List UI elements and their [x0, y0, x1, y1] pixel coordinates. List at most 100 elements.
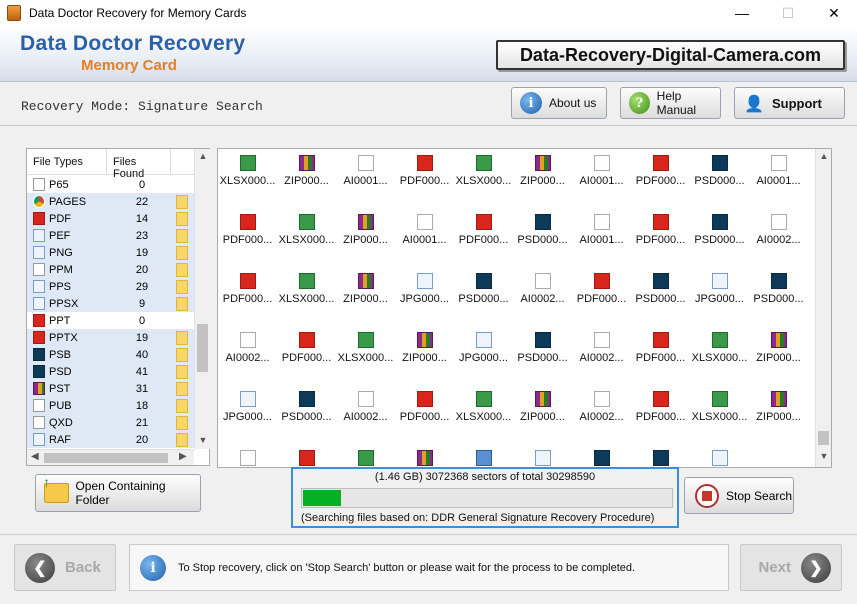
folder-icon[interactable] — [176, 229, 188, 243]
file-item[interactable]: AI0001... — [572, 149, 631, 192]
file-type-row[interactable]: PPS 29 — [27, 278, 194, 295]
file-item[interactable]: AI0001... — [749, 149, 808, 192]
file-types-hscrollbar[interactable]: ◀ ▶ — [27, 449, 194, 465]
file-item[interactable]: ZIP000... — [513, 369, 572, 428]
file-item[interactable]: AI0002... — [218, 428, 277, 467]
folder-icon[interactable] — [176, 399, 188, 413]
file-item[interactable]: XLSX000... — [218, 149, 277, 192]
file-item[interactable]: PSD000... — [631, 428, 690, 467]
file-type-row[interactable]: PPM 20 — [27, 261, 194, 278]
file-item[interactable]: AI0002... — [513, 251, 572, 310]
file-item[interactable]: ZIP000... — [395, 310, 454, 369]
scroll-right-icon[interactable]: ▶ — [179, 451, 187, 462]
file-item[interactable]: XLSX000... — [277, 251, 336, 310]
file-type-row[interactable]: PSD 41 — [27, 363, 194, 380]
file-item[interactable]: PSD000... — [690, 192, 749, 251]
file-item[interactable]: PDF000... — [395, 149, 454, 192]
file-item[interactable]: AI0001... — [336, 149, 395, 192]
file-types-list[interactable]: File Types Files Found P65 0 PAGES 22 PDF 14 P… — [26, 148, 210, 466]
scroll-down-icon[interactable]: ▼ — [195, 435, 211, 445]
file-item[interactable]: ZIP000... — [513, 149, 572, 192]
file-type-row[interactable]: PPT 0 — [27, 312, 194, 329]
file-type-row[interactable]: PPTX 19 — [27, 329, 194, 346]
file-item[interactable]: AI0001... — [395, 192, 454, 251]
folder-icon[interactable] — [176, 246, 188, 260]
file-item[interactable]: PDF000... — [631, 192, 690, 251]
help-manual-button[interactable]: ? Help Manual — [620, 87, 721, 119]
file-item[interactable]: PDF000... — [395, 369, 454, 428]
file-item[interactable]: MP4000... — [454, 428, 513, 467]
file-item[interactable]: XLSX000... — [690, 369, 749, 428]
files-grid-vscrollbar[interactable]: ▲ ▼ — [815, 149, 831, 467]
file-type-row[interactable]: PSB 40 — [27, 346, 194, 363]
file-item[interactable]: XLSX000... — [454, 369, 513, 428]
file-type-row[interactable]: PUB 18 — [27, 397, 194, 414]
folder-icon[interactable] — [176, 331, 188, 345]
file-item[interactable]: JPG000... — [454, 310, 513, 369]
support-button[interactable]: 👤 Support — [734, 87, 845, 119]
file-item[interactable]: ZIP000... — [336, 192, 395, 251]
file-item[interactable]: JPG000... — [690, 428, 749, 467]
file-types-vscrollbar[interactable]: ▲ ▼ — [194, 149, 210, 449]
file-item[interactable]: XLSX000... — [336, 428, 395, 467]
file-item[interactable]: PSD000... — [749, 251, 808, 310]
file-item[interactable]: XLSX000... — [277, 192, 336, 251]
file-item[interactable]: PSD000... — [631, 251, 690, 310]
file-item[interactable]: ZIP000... — [749, 369, 808, 428]
maximize-button[interactable]: ☐ — [765, 0, 811, 26]
folder-icon[interactable] — [176, 416, 188, 430]
file-type-row[interactable]: PAGES 22 — [27, 193, 194, 210]
folder-icon[interactable] — [176, 365, 188, 379]
file-item[interactable]: AI0002... — [336, 369, 395, 428]
scroll-thumb[interactable] — [818, 431, 829, 445]
website-link[interactable]: Data-Recovery-Digital-Camera.com — [496, 40, 845, 70]
file-type-row[interactable]: PEF 23 — [27, 227, 194, 244]
file-item[interactable]: PSD000... — [513, 310, 572, 369]
file-item[interactable]: PDF000... — [277, 428, 336, 467]
file-item[interactable]: PSD000... — [277, 369, 336, 428]
file-type-row[interactable]: QXD 21 — [27, 414, 194, 431]
col-files-found[interactable]: Files Found — [107, 149, 171, 180]
scroll-left-icon[interactable]: ◀ — [31, 451, 39, 462]
about-us-button[interactable]: i About us — [511, 87, 607, 119]
close-button[interactable]: ✕ — [811, 0, 857, 26]
file-type-row[interactable]: PNG 19 — [27, 244, 194, 261]
scroll-up-icon[interactable]: ▲ — [816, 151, 831, 161]
minimize-button[interactable]: — — [719, 0, 765, 26]
folder-icon[interactable] — [176, 212, 188, 226]
folder-icon[interactable] — [176, 280, 188, 294]
file-item[interactable]: XLSX000... — [690, 310, 749, 369]
folder-icon[interactable] — [176, 263, 188, 277]
file-item[interactable]: PSD000... — [690, 149, 749, 192]
file-item[interactable]: AI0002... — [572, 369, 631, 428]
file-item[interactable]: PDF000... — [572, 251, 631, 310]
file-item[interactable]: PDF000... — [218, 192, 277, 251]
file-item[interactable]: PDF000... — [454, 192, 513, 251]
file-item[interactable]: AI0002... — [218, 310, 277, 369]
file-item[interactable]: XLSX000... — [454, 149, 513, 192]
file-item[interactable]: PDF000... — [277, 310, 336, 369]
folder-icon[interactable] — [176, 195, 188, 209]
scroll-up-icon[interactable]: ▲ — [195, 151, 211, 161]
file-item[interactable]: AI0002... — [749, 192, 808, 251]
file-type-row[interactable]: PST 31 — [27, 380, 194, 397]
file-type-row[interactable]: RAF 20 — [27, 431, 194, 448]
scroll-down-icon[interactable]: ▼ — [816, 451, 831, 461]
file-item[interactable]: PDF000... — [218, 251, 277, 310]
file-item[interactable]: XLSX000... — [336, 310, 395, 369]
file-item[interactable]: PDF000... — [631, 369, 690, 428]
file-item[interactable]: PDF000... — [631, 310, 690, 369]
file-item[interactable]: PSD000... — [454, 251, 513, 310]
hscroll-thumb[interactable] — [44, 453, 168, 463]
file-item[interactable]: AI0002... — [572, 310, 631, 369]
file-item[interactable]: PSD000... — [572, 428, 631, 467]
file-item[interactable]: AI0001... — [572, 192, 631, 251]
file-type-row[interactable]: PPSX 9 — [27, 295, 194, 312]
file-item[interactable]: PDF000... — [631, 149, 690, 192]
file-type-row[interactable]: PDF 14 — [27, 210, 194, 227]
folder-icon[interactable] — [176, 348, 188, 362]
col-file-types[interactable]: File Types — [27, 149, 107, 174]
file-item[interactable]: JPG000... — [395, 251, 454, 310]
recovered-files-grid[interactable]: XLSX000... ZIP000... AI0001... PDF000... XLS… — [217, 148, 832, 468]
folder-icon[interactable] — [176, 433, 188, 447]
